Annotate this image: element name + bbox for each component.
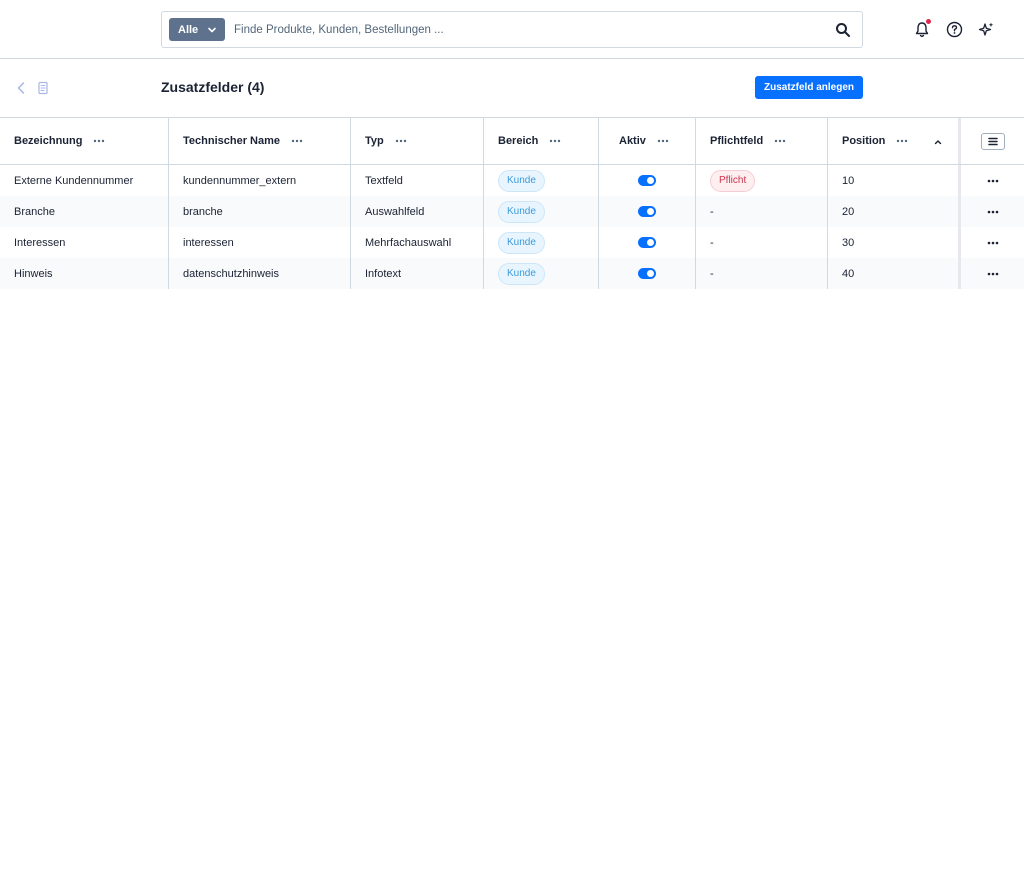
bereich-badge: Kunde	[498, 169, 545, 192]
bereich-badge: Kunde	[498, 262, 545, 285]
pflicht-badge: Pflicht	[710, 169, 756, 192]
cell-aktiv	[599, 258, 696, 289]
more-icon[interactable]	[548, 136, 562, 146]
active-toggle[interactable]	[638, 237, 656, 248]
sort-up-icon[interactable]	[934, 138, 942, 146]
cell-bereich: Kunde	[484, 165, 599, 196]
column-settings-cell	[961, 118, 1024, 164]
create-custom-field-button[interactable]: Zusatzfeld anlegen	[755, 76, 863, 99]
page-header: Zusatzfelder (4) Zusatzfeld anlegen	[0, 59, 1024, 118]
list-settings-icon	[987, 137, 998, 145]
cell-aktiv	[599, 227, 696, 258]
cell-position: 20	[828, 196, 961, 227]
back-icon[interactable]	[14, 80, 28, 96]
table-row[interactable]: Externe Kundennummer kundennummer_extern…	[0, 165, 1024, 196]
help-icon	[946, 21, 962, 37]
search-icon[interactable]	[835, 22, 851, 38]
cell-actions	[961, 165, 1024, 196]
more-icon[interactable]	[92, 136, 106, 146]
table-row[interactable]: Interessen interessen Mehrfachauswahl Ku…	[0, 227, 1024, 258]
column-settings-button[interactable]	[980, 132, 1005, 150]
cell-technischer-name: interessen	[169, 227, 351, 258]
cell-actions	[961, 258, 1024, 289]
more-icon[interactable]	[987, 209, 999, 215]
column-header-typ[interactable]: Typ	[351, 118, 484, 164]
column-header-bezeichnung[interactable]: Bezeichnung	[0, 118, 169, 164]
column-header-bereich[interactable]: Bereich	[484, 118, 599, 164]
cell-pflichtfeld: -	[696, 196, 828, 227]
cell-technischer-name: kundennummer_extern	[169, 165, 351, 196]
more-icon[interactable]	[394, 136, 408, 146]
ai-assistant-button[interactable]	[976, 19, 996, 39]
cell-position: 30	[828, 227, 961, 258]
global-search: Alle	[161, 11, 863, 48]
cell-bezeichnung: Hinweis	[0, 258, 169, 289]
custom-fields-table: Bezeichnung Technischer Name Typ Bereich…	[0, 118, 1024, 289]
search-input[interactable]	[234, 20, 814, 40]
column-header-aktiv[interactable]: Aktiv	[599, 118, 696, 164]
cell-bereich: Kunde	[484, 196, 599, 227]
cell-bezeichnung: Interessen	[0, 227, 169, 258]
cell-aktiv	[599, 196, 696, 227]
table-header: Bezeichnung Technischer Name Typ Bereich…	[0, 118, 1024, 165]
notifications-button[interactable]	[912, 19, 932, 39]
cell-typ: Textfeld	[351, 165, 484, 196]
more-icon[interactable]	[656, 136, 670, 146]
column-header-pflichtfeld[interactable]: Pflichtfeld	[696, 118, 828, 164]
page-title: Zusatzfelder (4)	[161, 79, 265, 95]
column-header-position[interactable]: Position	[828, 118, 961, 164]
chevron-down-icon	[208, 27, 216, 32]
cell-pflichtfeld: -	[696, 258, 828, 289]
column-header-technischer-name[interactable]: Technischer Name	[169, 118, 351, 164]
sparkle-icon	[978, 22, 993, 36]
cell-actions	[961, 227, 1024, 258]
bereich-badge: Kunde	[498, 231, 545, 254]
cell-typ: Mehrfachauswahl	[351, 227, 484, 258]
top-bar: Alle	[0, 0, 1024, 59]
search-type-label: Alle	[178, 23, 199, 36]
active-toggle[interactable]	[638, 175, 656, 186]
cell-bezeichnung: Branche	[0, 196, 169, 227]
cell-bezeichnung: Externe Kundennummer	[0, 165, 169, 196]
cell-bereich: Kunde	[484, 227, 599, 258]
cell-aktiv	[599, 165, 696, 196]
search-type-select[interactable]: Alle	[169, 18, 225, 41]
cell-actions	[961, 196, 1024, 227]
cell-position: 40	[828, 258, 961, 289]
cell-pflichtfeld: Pflicht	[696, 165, 828, 196]
bereich-badge: Kunde	[498, 200, 545, 223]
more-icon[interactable]	[895, 136, 909, 146]
active-toggle[interactable]	[638, 268, 656, 279]
more-icon[interactable]	[773, 136, 787, 146]
cell-typ: Infotext	[351, 258, 484, 289]
more-icon[interactable]	[987, 240, 999, 246]
active-toggle[interactable]	[638, 206, 656, 217]
notification-dot	[926, 19, 931, 24]
cell-position: 10	[828, 165, 961, 196]
more-icon[interactable]	[987, 271, 999, 277]
more-icon[interactable]	[290, 136, 304, 146]
cell-bereich: Kunde	[484, 258, 599, 289]
cell-typ: Auswahlfeld	[351, 196, 484, 227]
table-row[interactable]: Branche branche Auswahlfeld Kunde - 20	[0, 196, 1024, 227]
cell-technischer-name: branche	[169, 196, 351, 227]
help-button[interactable]	[944, 19, 964, 39]
more-icon[interactable]	[987, 178, 999, 184]
table-row[interactable]: Hinweis datenschutzhinweis Infotext Kund…	[0, 258, 1024, 289]
cell-technischer-name: datenschutzhinweis	[169, 258, 351, 289]
cell-pflichtfeld: -	[696, 227, 828, 258]
document-icon	[38, 81, 48, 95]
